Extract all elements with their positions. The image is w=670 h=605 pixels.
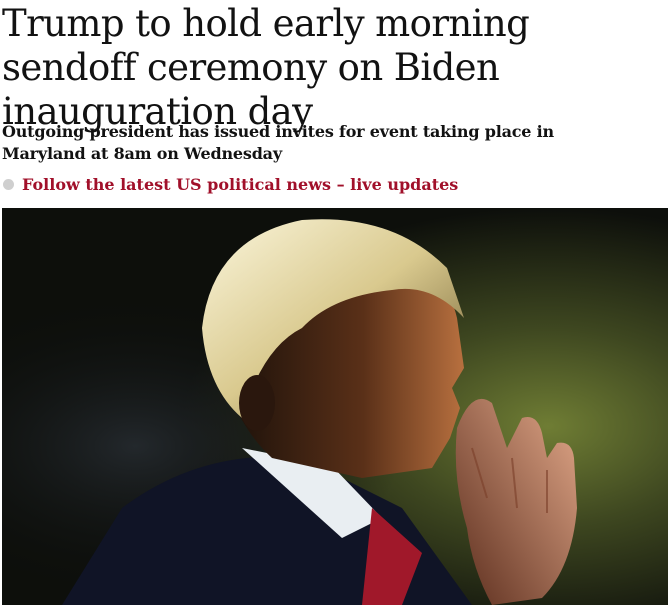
live-updates-link-text: Follow the latest US political news – li…	[22, 174, 459, 194]
article-headline: Trump to hold early morning sendoff cere…	[2, 2, 530, 133]
article-hero-image	[2, 208, 668, 605]
live-updates-link[interactable]: Follow the latest US political news – li…	[0, 172, 458, 196]
hero-photo-illustration	[2, 208, 668, 605]
article-standfirst: Outgoing president has issued invites fo…	[2, 122, 554, 163]
bullet-dot-icon	[3, 178, 14, 190]
